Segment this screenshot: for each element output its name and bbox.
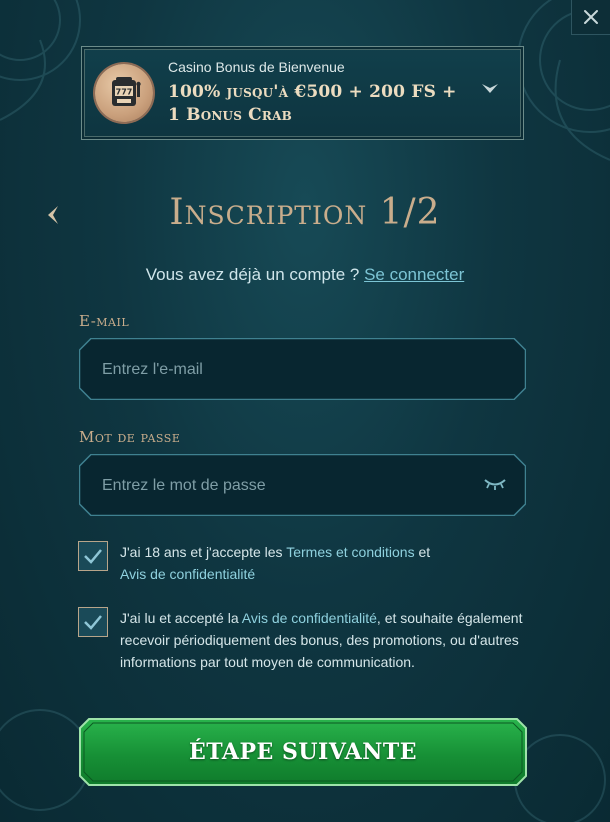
slot-machine-icon: 777: [95, 64, 153, 122]
email-field-container: [79, 338, 526, 400]
marketing-consent-text: J'ai lu et accepté la Avis de confidenti…: [120, 607, 530, 673]
close-button[interactable]: [571, 0, 610, 35]
checkmark-icon: [84, 549, 102, 564]
marketing-checkbox[interactable]: [78, 607, 108, 637]
close-icon: [584, 10, 598, 24]
login-prompt-text: Vous avez déjà un compte ?: [145, 265, 360, 284]
privacy-link[interactable]: Avis de confidentialité: [242, 610, 377, 626]
login-link[interactable]: Se connecter: [364, 265, 464, 284]
checkmark-icon: [84, 615, 102, 630]
password-field-container: [79, 454, 526, 516]
chevron-down-icon[interactable]: [481, 83, 499, 95]
eye-closed-icon[interactable]: [483, 477, 507, 491]
next-step-button[interactable]: ÉTAPE SUIVANTE: [79, 718, 527, 786]
email-label: E-mail: [79, 312, 130, 330]
password-field[interactable]: [100, 455, 484, 517]
login-prompt: Vous avez déjà un compte ? Se connecter: [0, 265, 610, 285]
welcome-bonus-selector[interactable]: 777 Casino Bonus de Bienvenue 100% jusqu…: [81, 46, 524, 140]
consent-text: J'ai lu et accepté la: [120, 610, 242, 626]
next-step-label: ÉTAPE SUIVANTE: [188, 739, 418, 765]
terms-link[interactable]: Termes et conditions: [286, 544, 414, 560]
email-field[interactable]: [100, 339, 484, 401]
bonus-title: 100% jusqu'à €500 + 200 FS + 1 Bonus Cra…: [168, 82, 457, 125]
privacy-link[interactable]: Avis de confidentialité: [120, 566, 255, 582]
page-title: Inscription 1/2: [169, 192, 441, 233]
bonus-subtitle: Casino Bonus de Bienvenue: [168, 59, 345, 75]
consent-text: J'ai 18 ans et j'accepte les: [120, 544, 287, 560]
consent-text: et: [414, 544, 431, 560]
password-label: Mot de passe: [79, 428, 181, 446]
svg-text:777: 777: [116, 88, 133, 97]
terms-consent-text: J'ai 18 ans et j'accepte les Termes et c…: [120, 541, 530, 585]
terms-checkbox[interactable]: [78, 541, 108, 571]
